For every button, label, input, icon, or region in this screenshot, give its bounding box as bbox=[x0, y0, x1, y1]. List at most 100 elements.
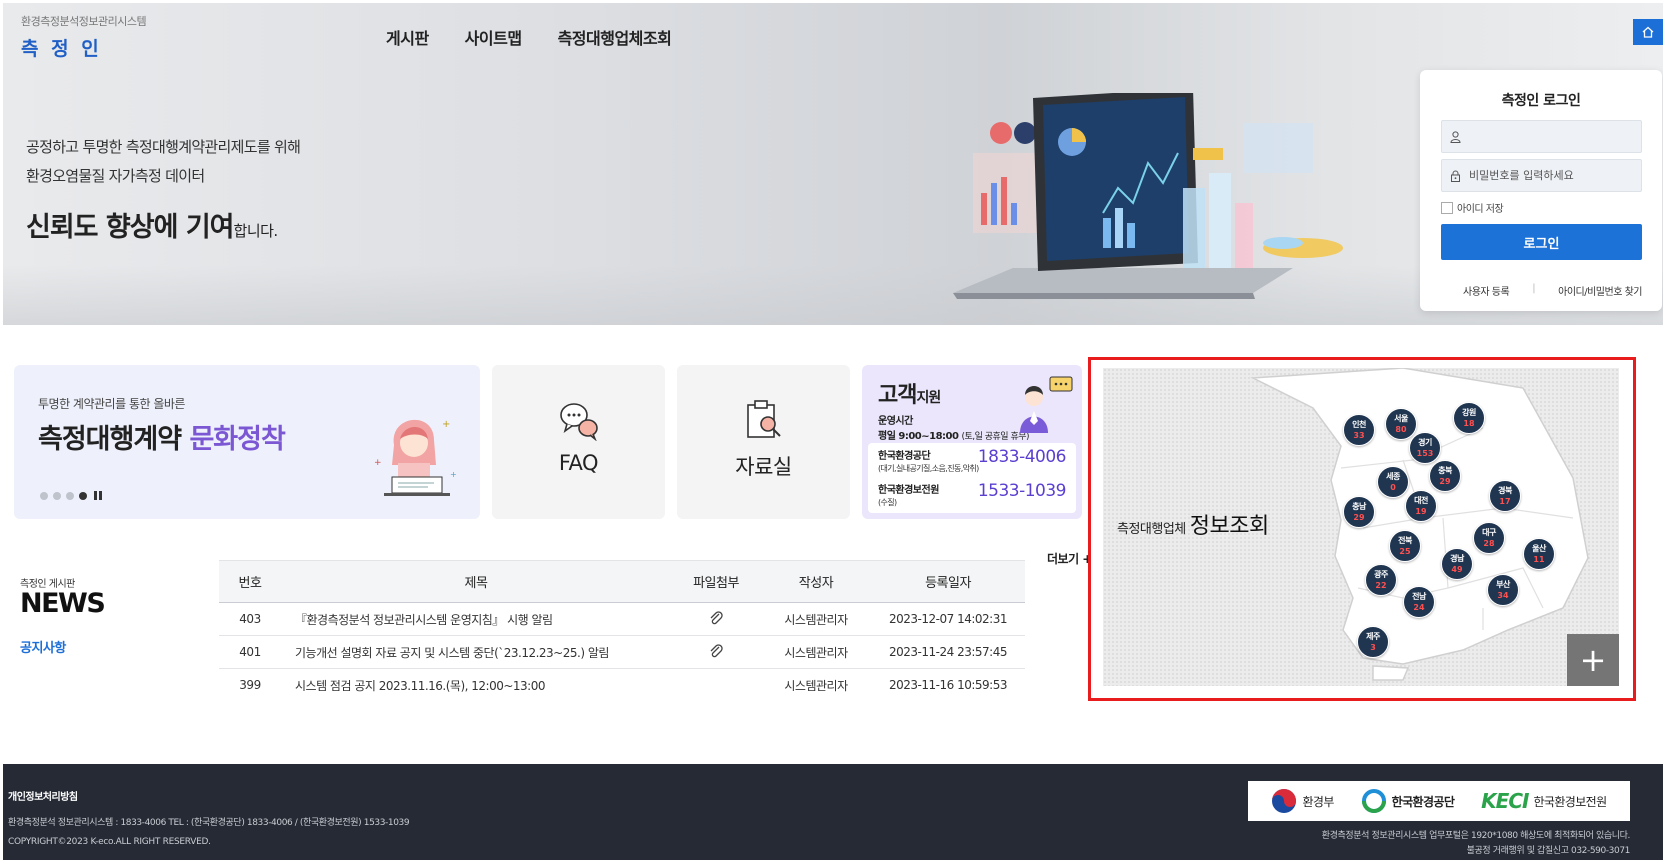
region-marker[interactable]: 경남 49 bbox=[1441, 548, 1473, 580]
logo-ministry[interactable]: 환경부 bbox=[1271, 788, 1334, 814]
region-marker[interactable]: 제주 3 bbox=[1357, 626, 1389, 658]
privacy-policy-link[interactable]: 개인정보처리방침 bbox=[8, 788, 78, 803]
row-title[interactable]: 기능개선 설명회 자료 공지 및 시스템 중단(`23.12.23~25.) 알… bbox=[281, 635, 671, 669]
find-account-link[interactable]: 아이디/비밀번호 찾기 bbox=[1558, 283, 1642, 298]
table-row[interactable]: 401 기능개선 설명회 자료 공지 및 시스템 중단(`23.12.23~25… bbox=[219, 635, 1025, 669]
region-count: 29 bbox=[1353, 513, 1365, 522]
brand-logo[interactable]: 환경측정분석정보관리시스템 측 정 인 bbox=[21, 13, 147, 61]
row-author: 시스템관리자 bbox=[761, 635, 871, 669]
nav-item-sitemap[interactable]: 사이트맵 bbox=[465, 25, 522, 49]
top-nav: 게시판 사이트맵 측정대행업체조회 bbox=[386, 25, 672, 49]
tab-notices[interactable]: 공지사항 bbox=[20, 637, 104, 656]
login-button[interactable]: 로그인 bbox=[1441, 224, 1642, 260]
region-name: 울산 bbox=[1532, 544, 1546, 553]
region-count: 49 bbox=[1451, 565, 1463, 574]
map-label-small: 측정대행업체 bbox=[1117, 522, 1186, 537]
svg-text:+: + bbox=[450, 470, 457, 479]
logo-keci[interactable]: KECI 한국환경보전원 bbox=[1481, 789, 1607, 813]
region-count: 153 bbox=[1416, 449, 1434, 458]
row-date: 2023-12-07 14:02:31 bbox=[871, 602, 1025, 636]
paperclip-icon[interactable] bbox=[708, 610, 724, 626]
footer-contact-info: 환경측정분석 정보관리시스템 : 1833-4006 TEL : (한국환경공단… bbox=[8, 818, 410, 828]
register-link[interactable]: 사용자 등록 bbox=[1463, 283, 1510, 298]
banner-dot-1[interactable] bbox=[40, 491, 48, 500]
pause-icon[interactable] bbox=[94, 491, 102, 500]
region-name: 경기 bbox=[1418, 438, 1432, 447]
region-count: 11 bbox=[1533, 555, 1545, 564]
remember-id-checkbox[interactable] bbox=[1441, 201, 1453, 214]
table-row[interactable]: 403 『환경측정분석 정보관리시스템 운영지침』 시행 알림 시스템관리자 2… bbox=[219, 602, 1025, 636]
region-marker[interactable]: 경기 153 bbox=[1409, 432, 1441, 464]
support-contact-keci: 한국환경보전원 (수질) 1533-1039 bbox=[878, 481, 1068, 508]
region-marker[interactable]: 전남 24 bbox=[1403, 586, 1435, 618]
nav-item-agency-lookup[interactable]: 측정대행업체조회 bbox=[558, 25, 672, 49]
banner-title-main: 측정대행계약 bbox=[38, 424, 190, 455]
data-room-label: 자료실 bbox=[735, 455, 792, 479]
news-more-link[interactable]: 더보기 + bbox=[1047, 550, 1092, 567]
region-marker[interactable]: 울산 11 bbox=[1523, 538, 1555, 570]
row-attach[interactable] bbox=[671, 602, 761, 636]
hero-headline-bold: 신뢰도 향상에 기여 bbox=[26, 212, 235, 243]
support-hours-time: 평일 9:00~18:00 bbox=[878, 431, 962, 442]
region-count: 18 bbox=[1463, 419, 1475, 428]
support-hours-label: 운영시간 bbox=[878, 416, 913, 427]
login-box: 측정인 로그인 아이디 저장 로그인 사용자 등록 | 아이디/비밀번호 찾기 bbox=[1420, 70, 1662, 311]
map-label-big: 정보조회 bbox=[1189, 514, 1269, 539]
banner-dot-3[interactable] bbox=[66, 491, 74, 500]
support-title-big: 고객 bbox=[878, 383, 917, 408]
logo-keco-text: 한국환경공단 bbox=[1391, 794, 1455, 809]
region-marker[interactable]: 충북 29 bbox=[1429, 460, 1461, 492]
region-count: 22 bbox=[1375, 581, 1387, 590]
partner-logos: 환경부 한국환경공단 KECI 한국환경보전원 bbox=[1248, 781, 1630, 821]
footer-resolution-note: 환경측정분석 정보관리시스템 업무포털은 1920*1080 해상도에 최적화되… bbox=[1321, 831, 1631, 841]
banner-dot-4[interactable] bbox=[79, 491, 87, 500]
logo-keco[interactable]: 한국환경공단 bbox=[1361, 788, 1455, 814]
promo-banner[interactable]: 투명한 계약관리를 통한 올바른 측정대행계약 문화정착 + + + bbox=[14, 365, 480, 519]
region-marker[interactable]: 세종 0 bbox=[1377, 466, 1409, 498]
logo-keci-text: 한국환경보전원 bbox=[1533, 794, 1607, 809]
customer-support-card: 고객지원 운영시간 평일 9:00~18:00 (토,일 공휴일 휴무) 한국환… bbox=[862, 365, 1082, 519]
remember-id[interactable]: 아이디 저장 bbox=[1441, 200, 1504, 215]
clipboard-search-icon bbox=[746, 400, 781, 438]
faq-tile[interactable]: FAQ bbox=[492, 365, 665, 519]
region-marker[interactable]: 광주 22 bbox=[1365, 564, 1397, 596]
region-name: 서울 bbox=[1394, 414, 1408, 423]
nav-item-board[interactable]: 게시판 bbox=[386, 25, 429, 49]
region-marker[interactable]: 부산 34 bbox=[1487, 574, 1519, 606]
paperclip-icon[interactable] bbox=[708, 643, 724, 659]
region-name: 충남 bbox=[1352, 502, 1366, 511]
table-row[interactable]: 399 시스템 점검 공지 2023.11.16.(목), 12:00~13:0… bbox=[219, 669, 1025, 702]
login-password-input[interactable] bbox=[1469, 169, 1639, 182]
region-name: 전남 bbox=[1412, 592, 1426, 601]
region-marker[interactable]: 대구 28 bbox=[1473, 522, 1505, 554]
region-marker[interactable]: 인천 33 bbox=[1343, 414, 1375, 446]
svg-text:+: + bbox=[442, 419, 450, 430]
reading-girl-illustration: + + + bbox=[374, 419, 457, 496]
region-count: 24 bbox=[1413, 603, 1425, 612]
row-title[interactable]: 『환경측정분석 정보관리시스템 운영지침』 시행 알림 bbox=[281, 602, 671, 636]
region-marker[interactable]: 서울 80 bbox=[1385, 408, 1417, 440]
row-attach bbox=[671, 669, 761, 702]
user-icon bbox=[1450, 130, 1461, 143]
row-title[interactable]: 시스템 점검 공지 2023.11.16.(목), 12:00~13:00 bbox=[281, 669, 671, 702]
region-marker[interactable]: 충남 29 bbox=[1343, 496, 1375, 528]
data-room-tile[interactable]: 자료실 bbox=[677, 365, 850, 519]
login-password-field[interactable] bbox=[1441, 159, 1642, 192]
region-name: 충북 bbox=[1438, 466, 1452, 475]
home-button[interactable] bbox=[1633, 19, 1663, 45]
region-name: 경북 bbox=[1498, 486, 1512, 495]
row-author: 시스템관리자 bbox=[784, 678, 848, 693]
region-marker[interactable]: 강원 18 bbox=[1453, 402, 1485, 434]
col-date: 등록일자 bbox=[871, 560, 1025, 603]
region-marker[interactable]: 전북 25 bbox=[1389, 530, 1421, 562]
region-count: 80 bbox=[1395, 425, 1407, 434]
map-expand-button[interactable]: + bbox=[1567, 634, 1619, 686]
region-marker[interactable]: 대전 19 bbox=[1405, 490, 1437, 522]
login-title: 측정인 로그인 bbox=[1501, 93, 1581, 109]
banner-dot-2[interactable] bbox=[53, 491, 61, 500]
region-name: 부산 bbox=[1496, 580, 1510, 589]
login-id-field[interactable] bbox=[1441, 120, 1642, 153]
row-attach[interactable] bbox=[671, 635, 761, 669]
region-marker[interactable]: 경북 17 bbox=[1489, 480, 1521, 512]
login-id-input[interactable] bbox=[1469, 130, 1639, 143]
